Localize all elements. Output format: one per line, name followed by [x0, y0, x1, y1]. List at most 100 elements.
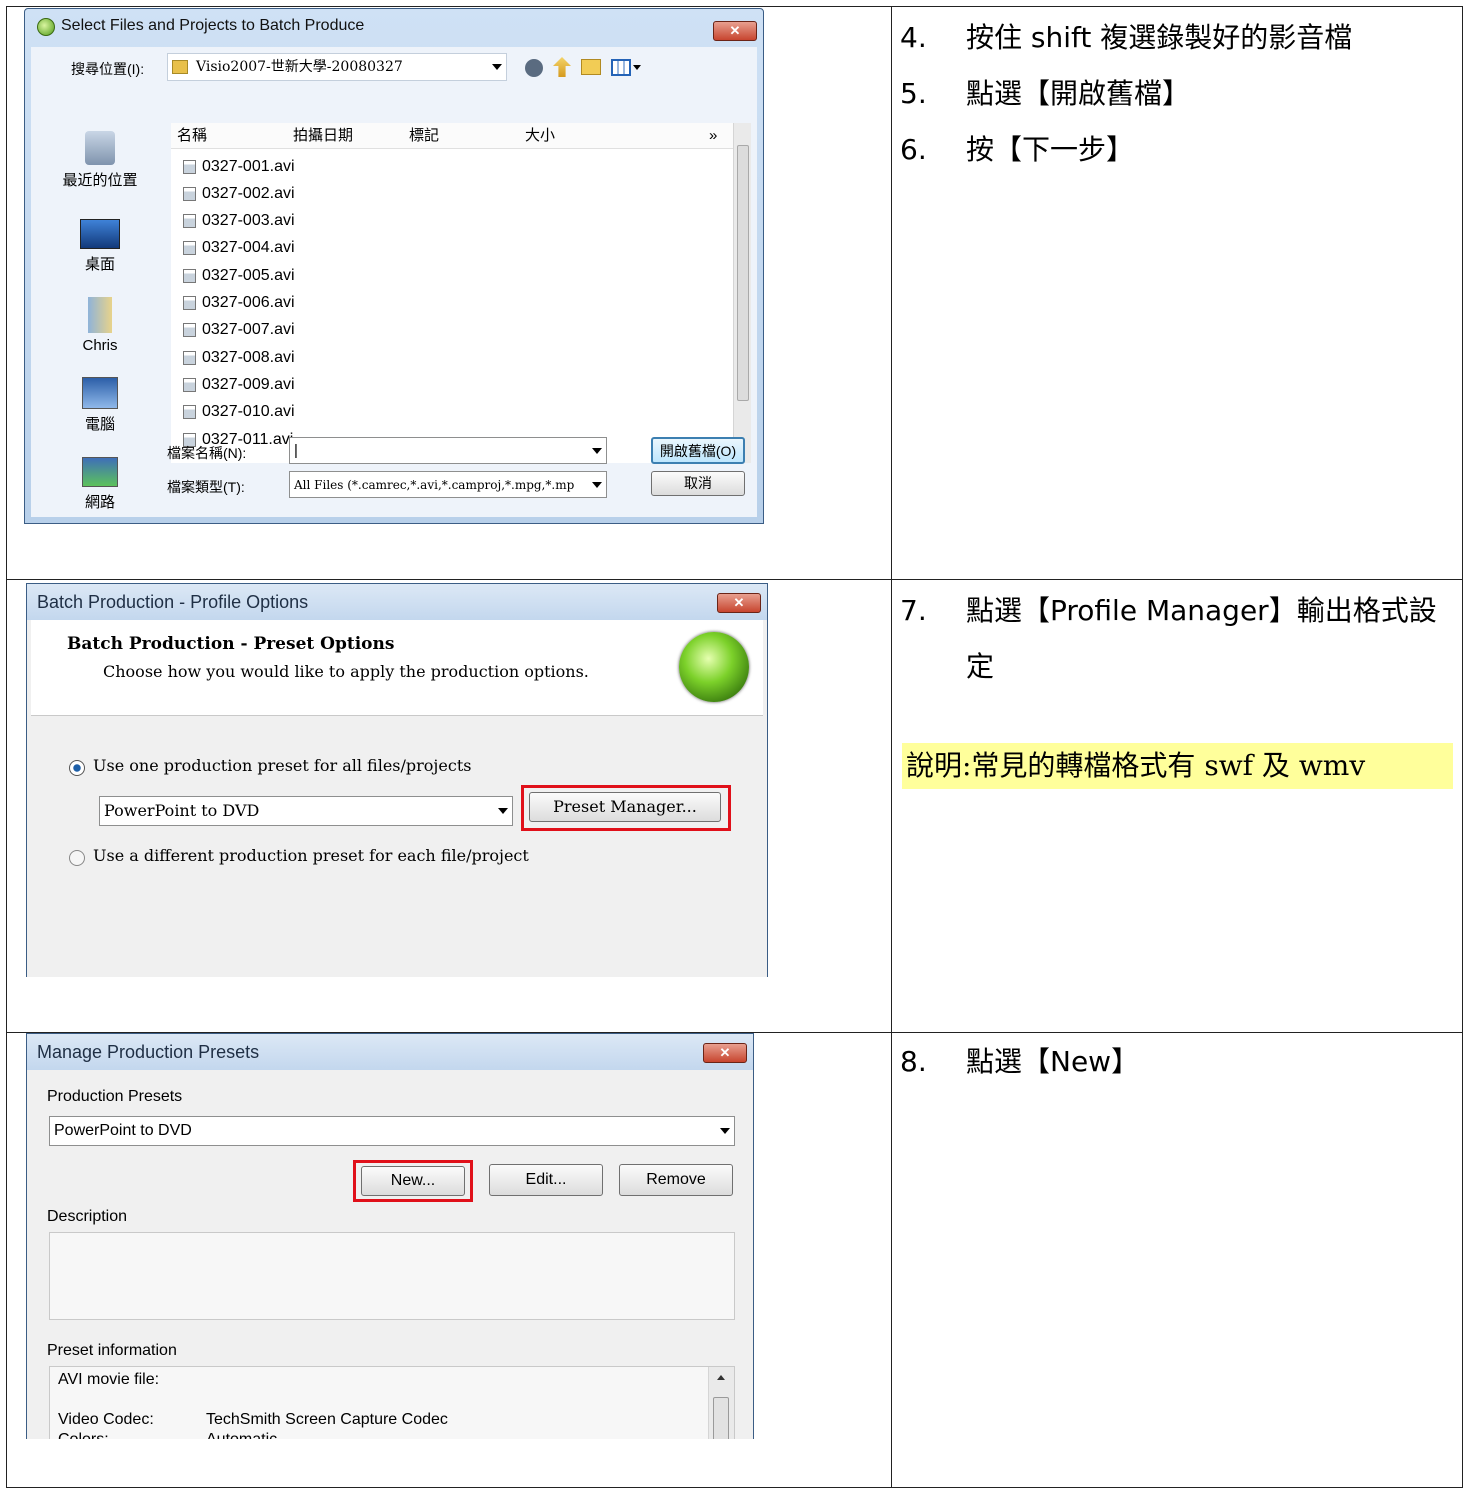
scrollbar-thumb[interactable]: [737, 145, 749, 401]
file-list-scrollbar[interactable]: [733, 123, 751, 463]
new-folder-icon[interactable]: [581, 59, 601, 75]
lookin-label: 搜尋位置(I):: [71, 61, 145, 77]
video-file-icon: [183, 268, 196, 283]
remove-button[interactable]: Remove: [619, 1164, 733, 1196]
file-list-item[interactable]: 0327-006.avi: [183, 290, 295, 317]
place-computer[interactable]: 電腦: [35, 377, 165, 434]
video-file-icon: [183, 323, 196, 338]
file-list[interactable]: 名稱 拍攝日期 標記 大小 » 0327-001.avi 0327-002.avi…: [171, 123, 751, 463]
computer-icon: [82, 377, 118, 409]
column-tags[interactable]: 標記: [409, 123, 439, 149]
dialog1-title: Select Files and Projects to Batch Produ…: [61, 17, 365, 34]
edit-button[interactable]: Edit...: [489, 1164, 603, 1196]
filetype-value: All Files (*.camrec,*.avi,*.camproj,*.mp…: [294, 478, 575, 492]
video-file-icon: [183, 214, 196, 229]
file-list-item[interactable]: 0327-001.avi: [183, 153, 295, 180]
filename-field[interactable]: |: [289, 437, 607, 464]
step-4: 4. 按住 shift 複選錄製好的影音檔: [900, 21, 1353, 54]
file-name: 0327-005.avi: [202, 266, 295, 284]
chevron-down-icon: [492, 64, 502, 70]
user-folder-icon: [88, 297, 112, 333]
dialog2-header-panel: Batch Production - Preset Options Choose…: [31, 620, 763, 716]
chevron-down-icon: [720, 1128, 730, 1134]
dialog2-close-button[interactable]: ✕: [717, 593, 761, 613]
place-network[interactable]: 網路: [35, 457, 165, 512]
chevron-down-icon: [592, 481, 602, 488]
view-dropdown-icon[interactable]: [633, 65, 641, 70]
radio-different-preset[interactable]: [69, 850, 85, 866]
column-date[interactable]: 拍攝日期: [293, 123, 353, 149]
file-name: 0327-008.avi: [202, 348, 295, 366]
lookin-combo[interactable]: Visio2007-世新大學-20080327: [167, 53, 507, 81]
place-user[interactable]: Chris: [35, 297, 165, 354]
video-file-icon: [183, 377, 196, 392]
file-list-item[interactable]: 0327-004.avi: [183, 235, 295, 262]
dialog3-close-button[interactable]: ✕: [703, 1043, 747, 1063]
recent-places-icon: [85, 131, 115, 165]
preset-information-box[interactable]: AVI movie file: Video Codec: TechSmith S…: [49, 1366, 735, 1439]
file-name: 0327-007.avi: [202, 321, 295, 339]
steps-block-3: 8. 點選【New】: [900, 1034, 1436, 1090]
file-name: 0327-006.avi: [202, 294, 295, 311]
file-name: 0327-004.avi: [202, 239, 295, 257]
filetype-select[interactable]: All Files (*.camrec,*.avi,*.camproj,*.mp…: [289, 471, 607, 498]
place-recent[interactable]: 最近的位置: [35, 131, 165, 190]
column-size[interactable]: 大小: [525, 123, 555, 149]
note-highlight: 說明:常見的轉檔格式有 swf 及 wmv: [902, 743, 1453, 789]
back-icon[interactable]: [525, 59, 543, 77]
camtasia-logo-icon: [37, 18, 55, 36]
radio-one-preset-label: Use one production preset for all files/…: [93, 756, 472, 775]
step-8: 8. 點選【New】: [900, 1045, 1140, 1078]
file-list-item[interactable]: 0327-005.avi: [183, 262, 295, 289]
dialog1-titlebar: Select Files and Projects to Batch Produ…: [25, 9, 763, 41]
open-button[interactable]: 開啟舊檔(O): [651, 437, 745, 464]
production-presets-select[interactable]: PowerPoint to DVD: [49, 1116, 735, 1146]
video-codec-key: Video Codec:: [58, 1411, 154, 1428]
select-files-dialog: Select Files and Projects to Batch Produ…: [24, 8, 764, 524]
info-line-1: AVI movie file:: [58, 1371, 160, 1388]
preset-information-label: Preset information: [47, 1342, 177, 1359]
file-list-item[interactable]: 0327-002.avi: [183, 180, 295, 207]
scroll-up-icon[interactable]: [717, 1375, 725, 1380]
dialog1-close-button[interactable]: ✕: [713, 21, 757, 41]
chevron-down-icon: [498, 808, 508, 814]
column-name[interactable]: 名稱: [177, 123, 207, 149]
cancel-button[interactable]: 取消: [651, 471, 745, 496]
file-list-item[interactable]: 0327-003.avi: [183, 208, 295, 235]
column-divider: [891, 7, 892, 1487]
dialog2-subheading: Choose how you would like to apply the p…: [103, 662, 589, 681]
steps-block-2: 7. 點選【Profile Manager】輸出格式設定: [900, 583, 1446, 695]
dialog2-heading: Batch Production - Preset Options: [67, 634, 395, 654]
description-label: Description: [47, 1208, 128, 1225]
file-name: 0327-001.avi: [202, 157, 295, 175]
profile-options-dialog: Batch Production - Profile Options ✕ Bat…: [26, 583, 768, 977]
camtasia-logo-icon: [679, 632, 749, 702]
file-list-item[interactable]: 0327-009.avi: [183, 371, 295, 398]
file-list-item[interactable]: 0327-010.avi: [183, 399, 295, 426]
filename-label: 檔案名稱(N):: [167, 445, 247, 461]
view-menu-icon[interactable]: [611, 59, 631, 76]
radio-one-preset[interactable]: [69, 760, 85, 776]
video-file-icon: [183, 186, 196, 201]
desktop-icon: [80, 219, 120, 249]
step-7: 7. 點選【Profile Manager】輸出格式設定: [900, 594, 1437, 683]
video-file-icon: [183, 405, 196, 420]
up-folder-icon[interactable]: [553, 57, 571, 77]
file-list-item[interactable]: 0327-008.avi: [183, 344, 295, 371]
info-scrollbar[interactable]: [708, 1367, 734, 1439]
production-presets-label: Production Presets: [47, 1088, 183, 1105]
filetype-label: 檔案類型(T):: [167, 479, 245, 495]
video-codec-value: TechSmith Screen Capture Codec: [206, 1411, 448, 1428]
lookin-value: Visio2007-世新大學-20080327: [196, 59, 403, 75]
column-more[interactable]: »: [709, 123, 717, 149]
file-list-item[interactable]: 0327-007.avi: [183, 317, 295, 344]
preset-select-value: PowerPoint to DVD: [104, 801, 260, 820]
colors-key: Colors:: [58, 1431, 109, 1439]
colors-value: Automatic: [206, 1431, 277, 1439]
place-desktop[interactable]: 桌面: [35, 219, 165, 274]
file-name: 0327-003.avi: [202, 212, 295, 230]
description-box[interactable]: [49, 1232, 735, 1320]
folder-icon: [172, 60, 188, 75]
preset-select[interactable]: PowerPoint to DVD: [99, 796, 513, 826]
scrollbar-thumb[interactable]: [713, 1397, 729, 1439]
